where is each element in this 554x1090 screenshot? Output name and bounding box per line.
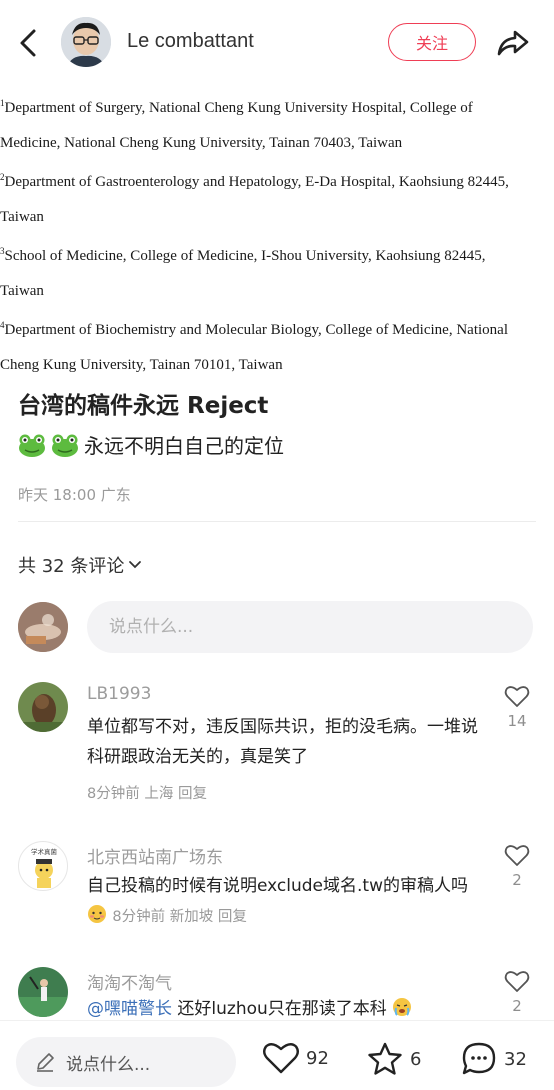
post-body-text: 永远不明白自己的定位 [84,434,284,458]
heart-icon[interactable] [504,843,530,867]
affiliation-2-line-2: Taiwan [0,208,44,225]
author-name[interactable]: Le combattant [127,30,254,53]
crying-face-emoji-icon [392,997,412,1017]
commenter-name[interactable]: 北京西站南广场东 [87,843,223,868]
star-icon [368,1042,402,1075]
frog-emoji-icon [51,433,79,457]
pencil-icon [37,1053,54,1072]
affiliation-3-line-1: 3School of Medicine, College of Medicine… [0,246,486,264]
like-count: 2 [512,871,522,889]
share-icon[interactable] [496,26,530,58]
paper-affiliations: 1Department of Surgery, National Cheng K… [0,86,554,382]
commenter-avatar[interactable] [18,967,68,1017]
affiliation-1-line-2: Medicine, National Cheng Kung University… [0,134,403,151]
comment-like[interactable]: 2 [501,843,533,889]
affiliation-4-line-1: 4Department of Biochemistry and Molecula… [0,320,508,338]
back-arrow-icon[interactable] [14,26,46,60]
commenter-name[interactable]: 淘淘不淘气 [87,969,172,994]
like-count: 2 [512,997,522,1015]
comment-bubble-icon [462,1042,496,1075]
comment-text-content: 还好luzhou只在那读了本科 [172,999,387,1019]
comment-text: 自己投稿的时候有说明exclude域名.tw的审稿人吗 8分钟前 新加坡 回复 [87,871,487,932]
comment-input[interactable] [87,601,533,653]
commenter-avatar[interactable] [18,682,68,732]
avatar-text: 学术真菌 [31,847,58,856]
post-title: 台湾的稿件永远 Reject [18,393,269,419]
affiliation-4-line-2: Cheng Kung University, Tainan 70101, Tai… [0,356,283,373]
my-avatar [18,602,68,652]
heart-icon [263,1043,299,1074]
comment-count: 32 [504,1048,527,1070]
comment-meta[interactable]: 8分钟前 上海 回复 [87,782,207,803]
affiliation-2-line-1: 2Department of Gastroenterology and Hepa… [0,172,509,190]
commenter-avatar[interactable]: 学术真菌 [18,841,68,891]
bottom-comment-input[interactable]: 说点什么... [16,1037,236,1087]
bottom-input-label: 说点什么... [66,1054,151,1075]
post-meta: 昨天 18:00 广东 [18,486,131,504]
shy-face-emoji-icon [87,904,107,924]
star-button[interactable]: 6 [366,1041,421,1077]
heart-icon[interactable] [504,969,530,993]
frog-emoji-icon [18,433,46,457]
comment-button[interactable]: 32 [460,1041,527,1077]
comment-meta[interactable]: 8分钟前 新加坡 回复 [112,909,246,925]
mention-link[interactable]: @嘿喵警长 [87,999,172,1019]
chevron-down-icon [129,561,142,569]
comment-like[interactable]: 14 [501,684,533,730]
affiliation-1-line-1: 1Department of Surgery, National Cheng K… [0,98,473,116]
like-count: 14 [507,712,527,730]
affiliation-3-line-2: Taiwan [0,282,44,299]
heart-icon[interactable] [504,684,530,708]
comment-count-label: 共 32 条评论 [18,556,125,577]
author-avatar[interactable] [61,17,111,67]
like-count: 92 [306,1047,329,1069]
comment-like[interactable]: 2 [501,969,533,1015]
comment-text: 单位都写不对，违反国际共识，拒的没毛病。一堆说科研跟政治无关的，真是笑了 [87,717,478,767]
bottom-bar: 说点什么... 92 6 32 [0,1020,554,1090]
like-button[interactable]: 92 [262,1041,329,1075]
divider [18,521,536,522]
top-bar: Le combattant 关注 [0,0,554,84]
follow-button[interactable]: 关注 [388,23,476,61]
star-count: 6 [410,1048,422,1070]
comment-count-toggle[interactable]: 共 32 条评论 [18,552,142,578]
post-body: 永远不明白自己的定位 [18,430,284,459]
commenter-name[interactable]: LB1993 [87,684,151,704]
comment-text-content: 自己投稿的时候有说明exclude域名.tw的审稿人吗 [87,876,468,896]
